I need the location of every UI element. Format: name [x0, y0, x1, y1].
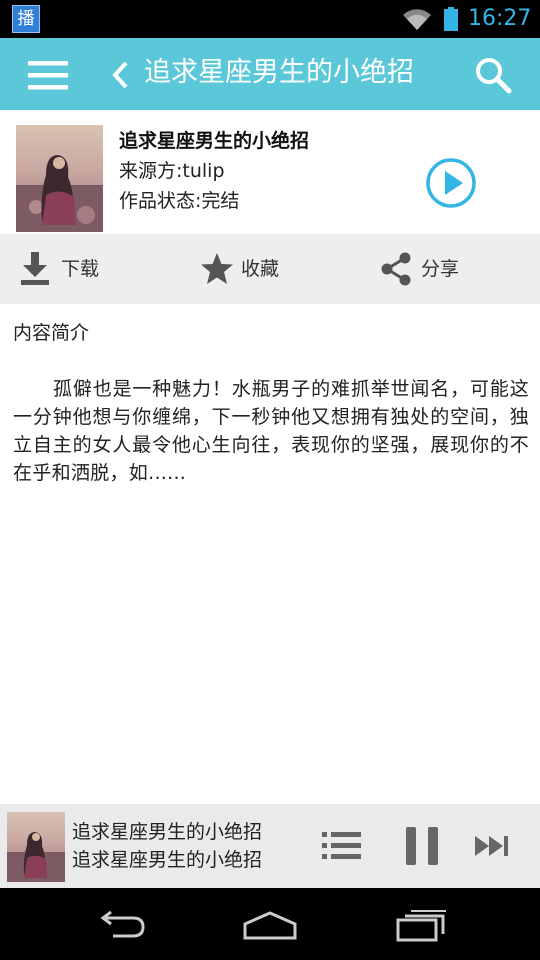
app-notification-icon: 播 [12, 5, 40, 33]
play-button[interactable] [425, 157, 477, 209]
share-icon [381, 252, 411, 286]
book-title: 追求星座男生的小绝招 [119, 130, 310, 152]
favorite-button[interactable]: 收藏 [180, 234, 360, 304]
player-cover-image [7, 812, 65, 882]
book-source: 来源方:tulip [119, 160, 225, 182]
star-icon [201, 253, 233, 284]
back-chevron-icon[interactable] [110, 60, 130, 90]
share-label: 分享 [421, 258, 460, 280]
intro-heading: 内容简介 [13, 322, 90, 344]
intro-text: 孤僻也是一种魅力！水瓶男子的难抓举世闻名，可能这一分钟他想与你缠绵，下一秒钟他又… [13, 378, 529, 484]
book-cover-image [16, 125, 103, 232]
download-button[interactable]: 下载 [0, 234, 180, 304]
menu-icon[interactable] [26, 58, 70, 92]
status-bar: 播 16:27 [0, 0, 540, 38]
mini-player[interactable]: 追求星座男生的小绝招 追求星座男生的小绝招 [0, 804, 540, 888]
system-nav-bar [0, 888, 540, 960]
pause-icon[interactable] [404, 826, 440, 866]
page-title: 追求星座男生的小绝招 [144, 57, 414, 88]
nav-recents-icon[interactable] [395, 908, 447, 942]
nav-back-icon[interactable] [93, 910, 147, 940]
wifi-icon [403, 9, 431, 30]
download-label: 下载 [61, 258, 100, 280]
battery-icon [444, 7, 458, 31]
player-track-title: 追求星座男生的小绝招 [72, 821, 263, 843]
search-icon[interactable] [474, 56, 512, 94]
favorite-label: 收藏 [241, 258, 280, 280]
download-icon [21, 252, 49, 285]
action-bar: 下载 收藏 分享 [0, 234, 540, 304]
skip-next-icon[interactable] [474, 834, 510, 858]
share-button[interactable]: 分享 [360, 234, 540, 304]
nav-home-icon[interactable] [242, 910, 298, 940]
playlist-icon[interactable] [322, 828, 362, 864]
app-header: 追求星座男生的小绝招 [0, 38, 540, 110]
book-status: 作品状态:完结 [119, 190, 240, 212]
status-time: 16:27 [468, 6, 532, 31]
player-track-subtitle: 追求星座男生的小绝招 [72, 849, 263, 871]
